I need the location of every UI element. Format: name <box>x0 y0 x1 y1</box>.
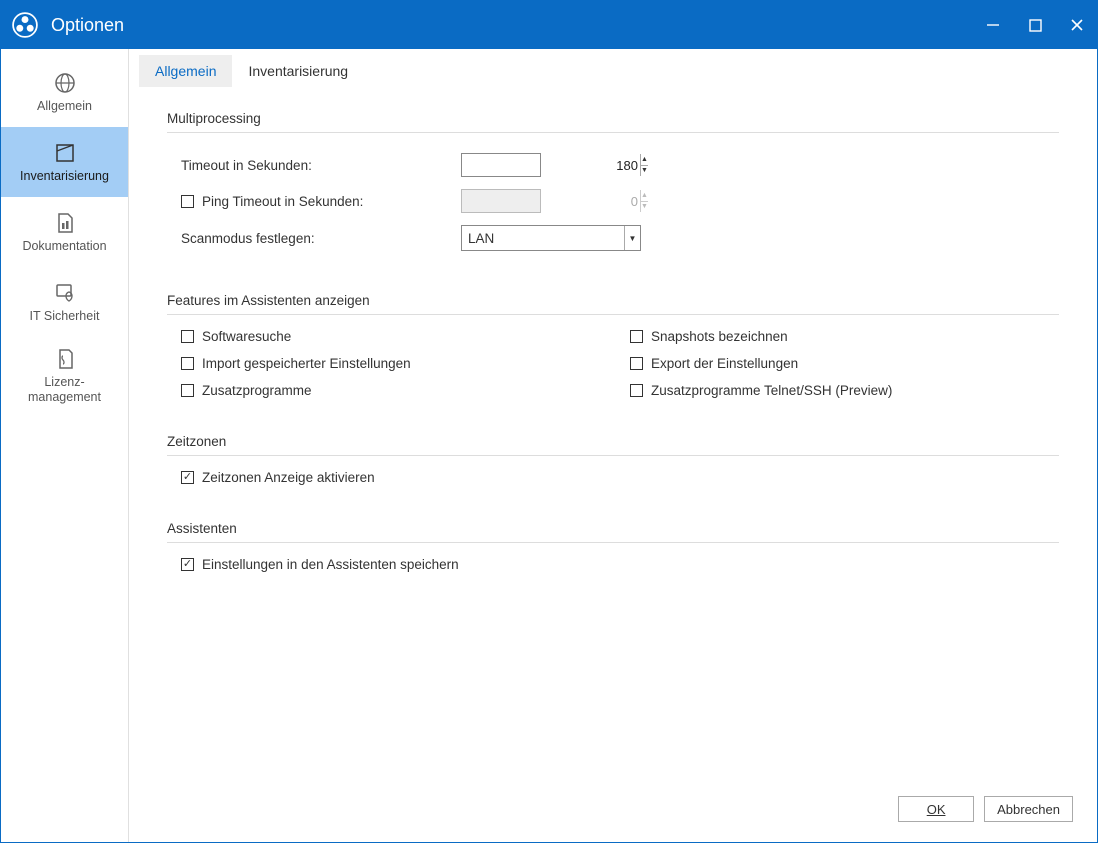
spinner-up-icon[interactable]: ▲ <box>641 154 648 166</box>
feature-label: Zusatzprogramme Telnet/SSH (Preview) <box>651 383 892 398</box>
timeout-label: Timeout in Sekunden: <box>181 158 461 173</box>
sidebar-item-label: Dokumentation <box>22 239 106 254</box>
close-button[interactable] <box>1067 15 1087 35</box>
cancel-button[interactable]: Abbrechen <box>984 796 1073 822</box>
section-title: Multiprocessing <box>167 111 1059 133</box>
timeout-input[interactable] <box>462 154 640 176</box>
spinner-down-icon[interactable]: ▼ <box>641 166 648 177</box>
app-icon <box>11 11 39 39</box>
tab-inventarisierung[interactable]: Inventarisierung <box>232 55 364 87</box>
checkbox-import[interactable] <box>181 357 194 370</box>
feature-label: Softwaresuche <box>202 329 291 344</box>
checkbox-assistenten[interactable] <box>181 558 194 571</box>
section-assistenten: Assistenten Einstellungen in den Assiste… <box>167 521 1059 572</box>
checkbox-zeitzonen[interactable] <box>181 471 194 484</box>
section-title: Assistenten <box>167 521 1059 543</box>
maximize-button[interactable] <box>1025 15 1045 35</box>
scanmode-value: LAN <box>462 231 624 246</box>
sidebar-item-label: IT Sicherheit <box>30 309 100 324</box>
tab-allgemein[interactable]: Allgemein <box>139 55 232 87</box>
window-controls <box>983 15 1087 35</box>
ping-spinner: ▲ ▼ <box>461 189 541 213</box>
checkbox-zusatz-telnet[interactable] <box>630 384 643 397</box>
scanmode-select[interactable]: LAN ▼ <box>461 225 641 251</box>
checkbox-snapshots[interactable] <box>630 330 643 343</box>
chevron-down-icon[interactable]: ▼ <box>624 226 640 250</box>
tabs: Allgemein Inventarisierung <box>139 55 1087 87</box>
feature-label: Snapshots bezeichnen <box>651 329 788 344</box>
sidebar: Allgemein Inventarisierung Dokumentation… <box>1 49 129 842</box>
spinner-down-icon: ▼ <box>641 202 648 213</box>
zeitzonen-label: Zeitzonen Anzeige aktivieren <box>202 470 375 485</box>
sidebar-item-inventarisierung[interactable]: Inventarisierung <box>1 127 128 197</box>
scanmode-label: Scanmodus festlegen: <box>181 231 461 246</box>
section-multiprocessing: Multiprocessing Timeout in Sekunden: ▲ ▼ <box>167 111 1059 257</box>
security-icon <box>53 281 77 305</box>
checkbox-zusatz[interactable] <box>181 384 194 397</box>
feature-label: Zusatzprogramme <box>202 383 312 398</box>
content-area: Multiprocessing Timeout in Sekunden: ▲ ▼ <box>139 87 1087 786</box>
document-icon <box>53 211 77 235</box>
window-title: Optionen <box>51 15 983 36</box>
sidebar-item-allgemein[interactable]: Allgemein <box>1 57 128 127</box>
feature-label: Export der Einstellungen <box>651 356 798 371</box>
ping-label: Ping Timeout in Sekunden: <box>202 194 363 209</box>
section-zeitzonen: Zeitzonen Zeitzonen Anzeige aktivieren <box>167 434 1059 485</box>
minimize-button[interactable] <box>983 15 1003 35</box>
sidebar-item-itsicherheit[interactable]: IT Sicherheit <box>1 267 128 337</box>
checkbox-softwaresuche[interactable] <box>181 330 194 343</box>
globe-icon <box>53 71 77 95</box>
section-title: Features im Assistenten anzeigen <box>167 293 1059 315</box>
sidebar-item-label: Lizenz- management <box>28 375 101 405</box>
sidebar-item-label: Inventarisierung <box>20 169 109 184</box>
ping-checkbox[interactable] <box>181 195 194 208</box>
feature-label: Import gespeicherter Einstellungen <box>202 356 411 371</box>
section-features: Features im Assistenten anzeigen Softwar… <box>167 293 1059 398</box>
inventory-icon <box>53 141 77 165</box>
footer: OK Abbrechen <box>139 786 1087 832</box>
sidebar-item-lizenz[interactable]: Lizenz- management <box>1 337 128 415</box>
sidebar-item-dokumentation[interactable]: Dokumentation <box>1 197 128 267</box>
timeout-spinner[interactable]: ▲ ▼ <box>461 153 541 177</box>
assistenten-label: Einstellungen in den Assistenten speiche… <box>202 557 459 572</box>
titlebar: Optionen <box>1 1 1097 49</box>
license-icon <box>53 347 77 371</box>
ping-input <box>462 190 640 212</box>
sidebar-item-label: Allgemein <box>37 99 92 114</box>
checkbox-export[interactable] <box>630 357 643 370</box>
spinner-up-icon: ▲ <box>641 190 648 202</box>
ok-button[interactable]: OK <box>898 796 974 822</box>
section-title: Zeitzonen <box>167 434 1059 456</box>
